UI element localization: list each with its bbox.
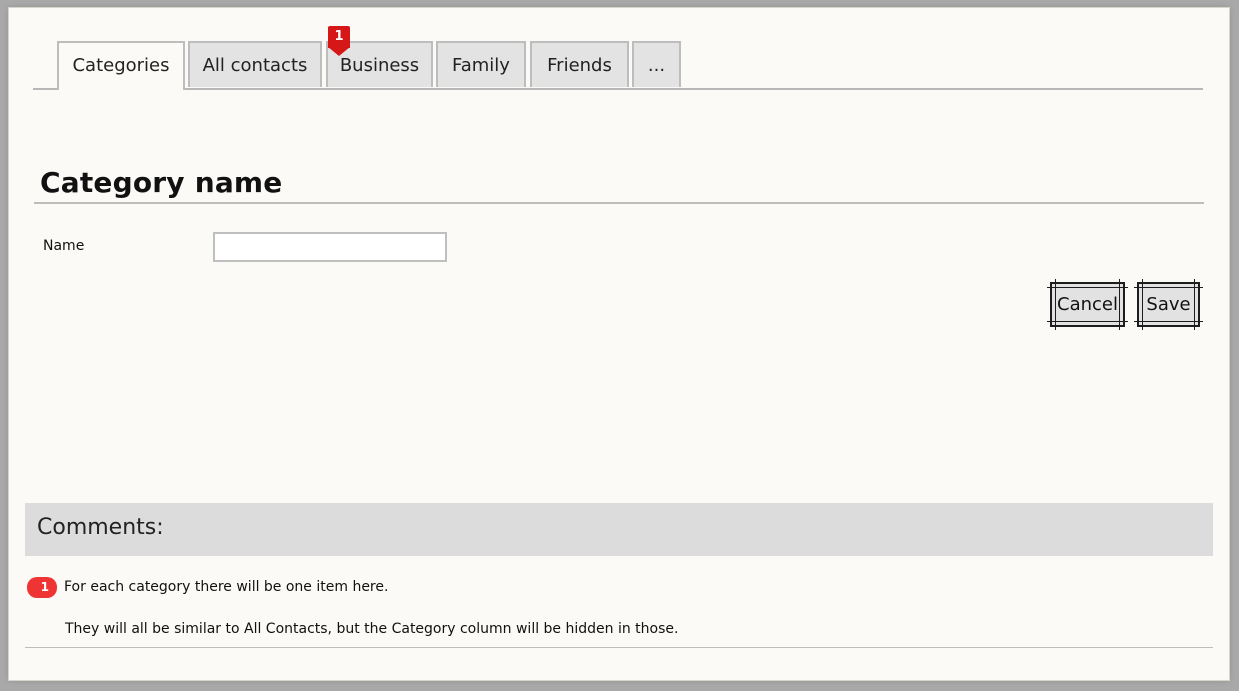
tab-more[interactable]: ...: [632, 41, 681, 87]
tab-categories[interactable]: Categories: [57, 41, 185, 90]
name-label: Name: [43, 238, 85, 254]
page-canvas: Categories All contacts Business Family …: [9, 8, 1229, 680]
comment-text-line-2: They will all be similar to All Contacts…: [65, 621, 679, 637]
comment-divider: [25, 647, 1213, 648]
tab-family[interactable]: Family: [436, 41, 526, 87]
cancel-button[interactable]: Cancel: [1047, 279, 1128, 330]
comment-badge: 1: [27, 577, 57, 598]
save-button[interactable]: Save: [1134, 279, 1203, 330]
tab-bar: Categories All contacts Business Family …: [33, 41, 1203, 90]
tab-badge: 1: [328, 26, 350, 56]
comment-text-line-1: For each category there will be one item…: [64, 579, 389, 595]
name-input[interactable]: [213, 232, 447, 262]
section-title: Category name: [40, 166, 283, 199]
tab-friends[interactable]: Friends: [530, 41, 629, 87]
comments-title: Comments:: [37, 515, 164, 540]
comments-header: Comments:: [25, 503, 1213, 556]
section-divider: [34, 202, 1204, 204]
tab-badge-number: 1: [334, 29, 344, 44]
tab-all-contacts[interactable]: All contacts: [188, 41, 322, 87]
pin-tip: [328, 47, 350, 56]
